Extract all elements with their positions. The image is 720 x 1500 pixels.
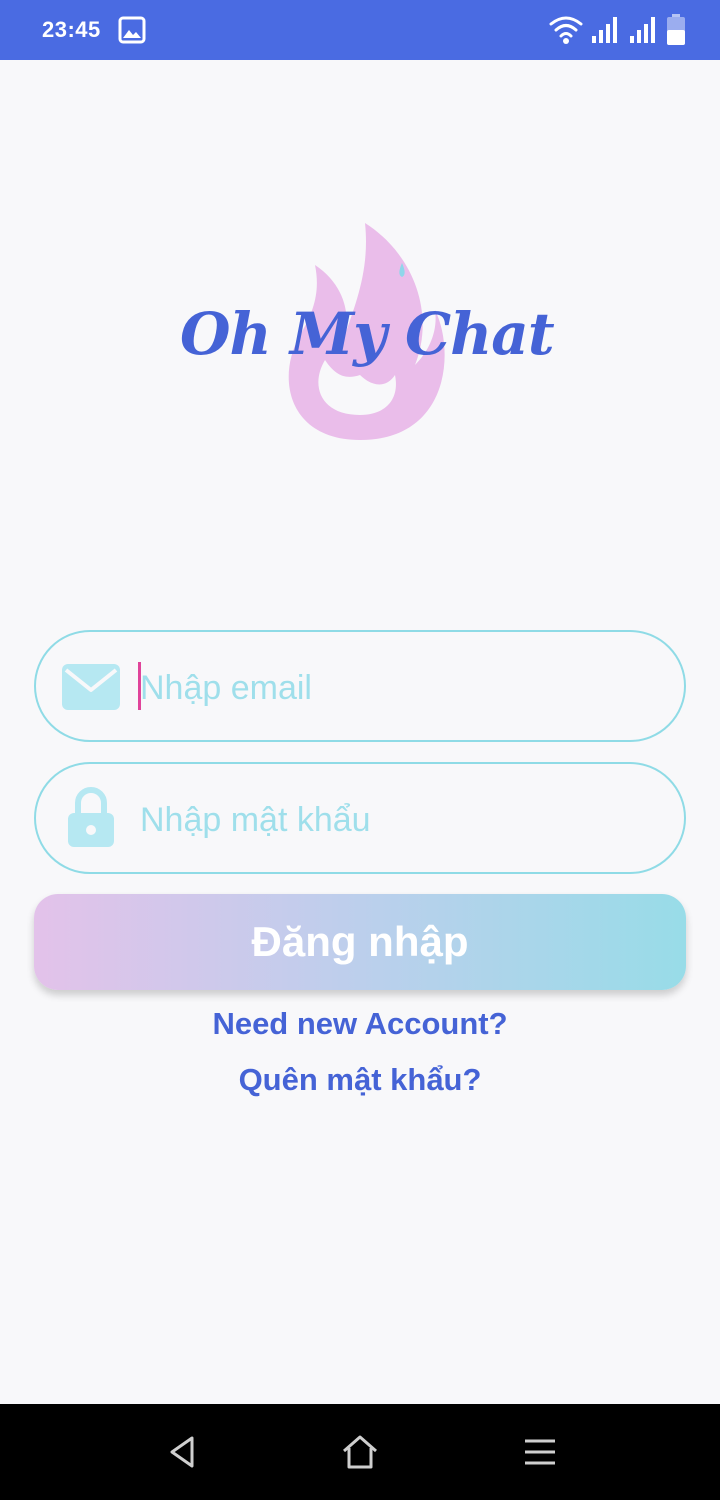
login-button[interactable]: Đăng nhập (34, 894, 686, 990)
forgot-password-link[interactable]: Quên mật khẩu? (0, 1062, 720, 1098)
navigation-bar (0, 1404, 720, 1500)
battery-icon (667, 14, 685, 45)
mail-icon (62, 664, 120, 710)
app-logo-text: Oh My Chat (180, 300, 555, 368)
email-field[interactable] (34, 630, 686, 742)
lock-icon (68, 787, 114, 847)
home-icon[interactable] (341, 1434, 379, 1470)
new-account-link[interactable]: Need new Account? (0, 1006, 720, 1042)
email-input[interactable] (140, 662, 660, 714)
gallery-icon (118, 16, 146, 44)
password-field[interactable] (34, 762, 686, 874)
password-input[interactable] (140, 794, 660, 846)
status-bar: 23:45 (0, 0, 720, 60)
menu-icon[interactable] (522, 1436, 558, 1468)
status-time: 23:45 (42, 17, 101, 42)
back-icon[interactable] (164, 1434, 200, 1470)
signal-icon (592, 17, 617, 43)
wifi-icon (549, 16, 583, 44)
signal-icon (630, 17, 655, 43)
